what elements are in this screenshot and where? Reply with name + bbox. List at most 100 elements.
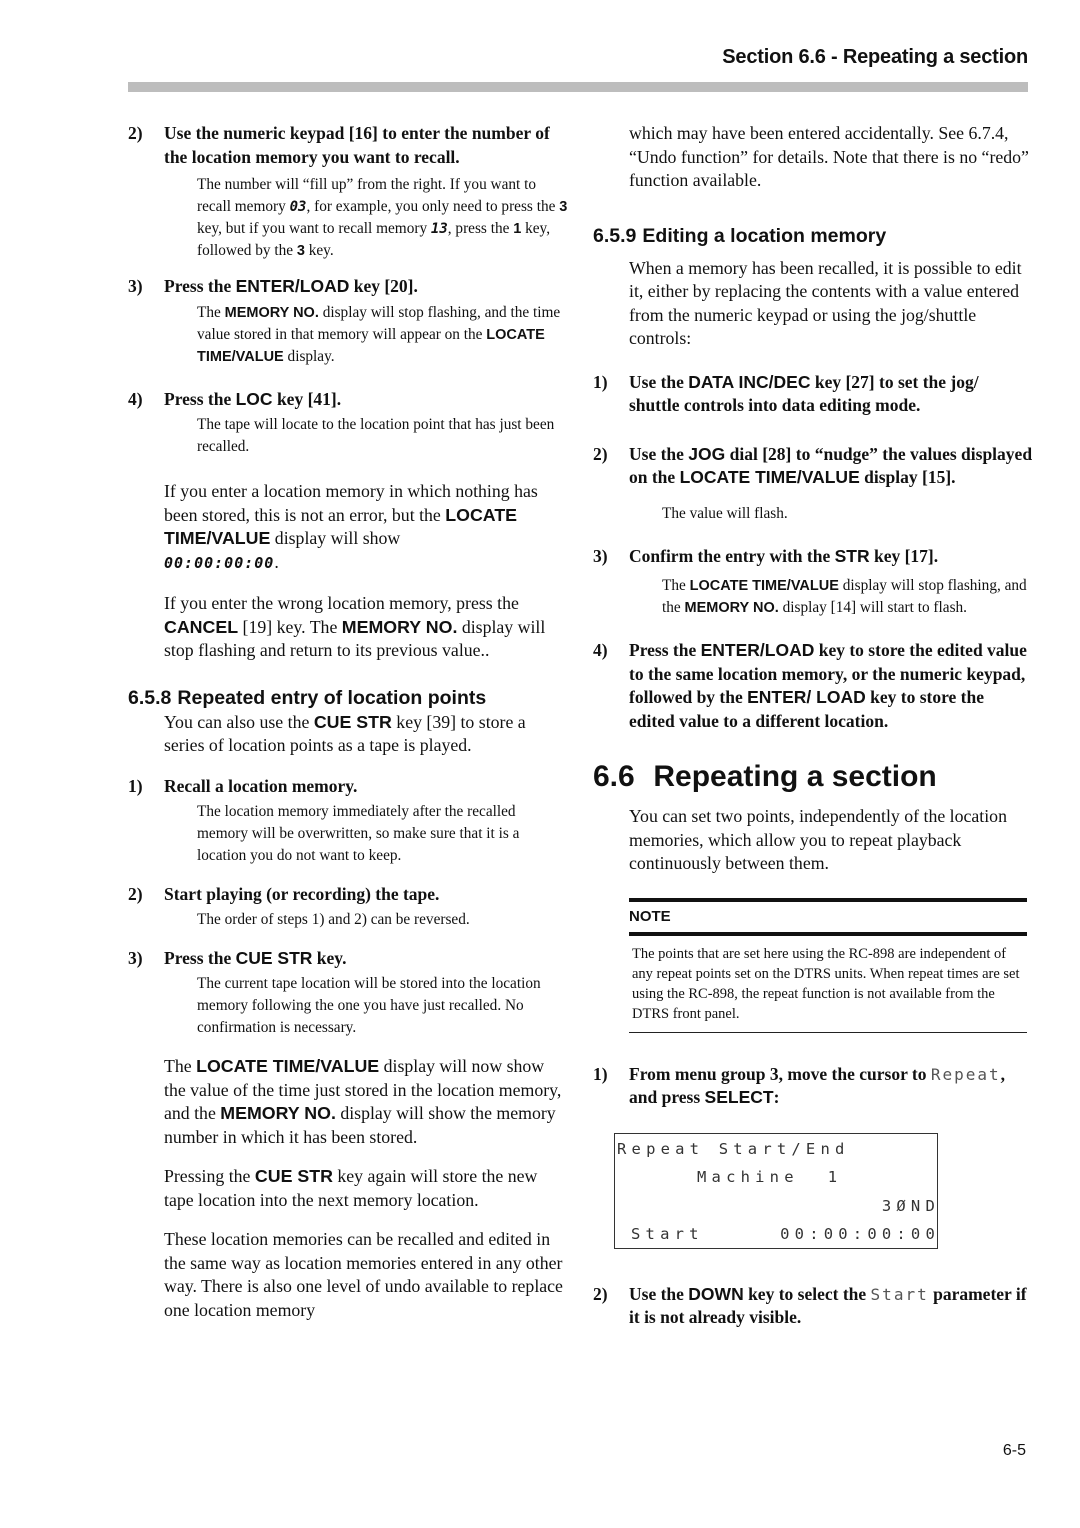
step-number: 4) xyxy=(128,388,143,409)
step-number: 2) xyxy=(593,443,608,464)
paragraph-press-again: Pressing the CUE STR key again will stor… xyxy=(164,1165,568,1212)
key-name: CANCEL xyxy=(164,616,239,637)
display-name: LOCATE TIME/VALUE xyxy=(689,578,839,594)
text: Press the xyxy=(164,276,236,296)
key-name: ENTER/ LOAD xyxy=(747,687,866,707)
section-intro: When a memory has been recalled, it is p… xyxy=(629,257,1022,349)
text: Use the xyxy=(629,371,689,392)
section-number: 6.6 xyxy=(593,760,635,793)
memory-code: 03 xyxy=(289,199,307,215)
step-instruction: Use the JOG dial [28] to “nudge” the val… xyxy=(629,443,1033,490)
lcd-display-screen: Repeat Start/End Machine 1 3ØND Start 00… xyxy=(614,1132,940,1249)
key-name: SELECT xyxy=(704,1087,774,1107)
display-name: MEMORY NO. xyxy=(224,304,319,321)
key-name: DOWN xyxy=(688,1283,744,1304)
step-press-enter-load: 3) Press the ENTER/LOAD key [20]. xyxy=(128,275,568,299)
section-title: Repeating a section xyxy=(653,760,937,793)
text: , press the xyxy=(447,220,514,237)
text: Confirm the entry with the xyxy=(629,545,835,566)
text: Press the xyxy=(164,388,236,409)
text: Press the xyxy=(629,640,701,660)
paragraph-recall-edit: These location memories can be recalled … xyxy=(164,1229,563,1320)
step-start-playing: 2) Start playing (or recording) the tape… xyxy=(128,883,568,907)
step-description: The location memory immediately after th… xyxy=(197,803,520,864)
lcd-start-time: 00:00:00:00 xyxy=(780,1224,940,1243)
text: key [41]. xyxy=(272,388,342,409)
step-instruction: Press the LOC key [41]. xyxy=(164,388,568,412)
menu-item-name: Repeat xyxy=(930,1064,1001,1084)
step-number: 3) xyxy=(128,276,143,296)
step-number: 2) xyxy=(128,123,143,143)
text: display [14] will start to flash. xyxy=(778,599,967,616)
running-header: Section 6.6 - Repeating a section xyxy=(722,46,1028,68)
section-title: Editing a location memory xyxy=(642,224,887,247)
text: If you enter the wrong location memory, … xyxy=(164,593,519,613)
text: Use the xyxy=(629,443,689,464)
key-name: STR xyxy=(834,545,870,566)
right-column: which may have been entered accidentally… xyxy=(593,122,1033,1330)
text: , for example, you only need to press th… xyxy=(306,198,560,215)
text: key to select the xyxy=(743,1283,871,1304)
text: : xyxy=(773,1087,780,1107)
step-instruction: Confirm the entry with the STR key [17]. xyxy=(629,545,1033,569)
key-name: 3 xyxy=(296,243,305,259)
display-name: MEMORY NO. xyxy=(341,616,458,637)
text: The xyxy=(197,303,225,321)
key-name: DATA INC/DEC xyxy=(688,371,811,392)
note-body: The points that are set here using the R… xyxy=(629,936,1027,1033)
step-instruction: Press the ENTER/LOAD key [20]. xyxy=(164,275,568,299)
step-instruction: Use the numeric keypad [16] to enter the… xyxy=(164,123,550,167)
section-intro: You can also use the CUE STR key [39] to… xyxy=(164,711,568,758)
step-instruction: Recall a location memory. xyxy=(164,775,358,796)
lcd-line-frame-rate: 3ØND xyxy=(881,1196,940,1215)
header-rule xyxy=(128,82,1028,92)
text: You can also use the xyxy=(164,711,314,732)
text: display will show xyxy=(270,528,401,548)
left-column: 2) Use the numeric keypad [16] to enter … xyxy=(128,122,568,1322)
step-jog-dial: 2) Use the JOG dial [28] to “nudge” the … xyxy=(593,443,1033,490)
section-heading-6-5-9: 6.5.9 Editing a location memory xyxy=(593,223,1033,249)
lcd-line-machine: Machine 1 xyxy=(697,1167,843,1186)
step-description: The value will flash. xyxy=(662,504,788,522)
step-instruction: Use the DOWN key to select the Start par… xyxy=(629,1283,1033,1330)
step-number: 2) xyxy=(128,884,143,904)
page-number: 6-5 xyxy=(1002,1442,1026,1459)
key-name: CUE STR xyxy=(235,947,313,968)
note-box: NOTE The points that are set here using … xyxy=(629,897,1027,1033)
display-name: LOCATE TIME/VALUE xyxy=(196,1056,380,1076)
step-instruction: Use the DATA INC/DEC key [27] to set the… xyxy=(629,371,1033,418)
step-down-key: 2) Use the DOWN key to select the Start … xyxy=(593,1283,1033,1330)
note-label: NOTE xyxy=(629,907,671,925)
display-name: MEMORY NO. xyxy=(220,1103,336,1123)
key-name: ENTER/LOAD xyxy=(700,640,815,660)
step-number: 4) xyxy=(593,640,608,660)
text: Pressing the xyxy=(164,1166,255,1186)
paragraph-display-now: The LOCATE TIME/VALUE display will now s… xyxy=(164,1055,568,1149)
step-menu-group-3: 1) From menu group 3, move the cursor to… xyxy=(593,1063,1033,1110)
paragraph-undo-continued: which may have been entered accidentally… xyxy=(629,123,1029,190)
section-heading-6-6: 6.6 Repeating a section xyxy=(593,759,1033,795)
step-instruction: Press the CUE STR key. xyxy=(164,947,568,971)
time-code: 00:00:00:00 xyxy=(164,553,275,572)
step-instruction: From menu group 3, move the cursor to Re… xyxy=(629,1063,1033,1110)
key-name: ENTER/LOAD xyxy=(235,276,350,296)
key-name: CUE STR xyxy=(254,1166,333,1186)
step-number: 2) xyxy=(593,1283,608,1304)
step-instruction: Press the ENTER/LOAD key to store the ed… xyxy=(629,639,1033,733)
section-number: 6.5.8 xyxy=(128,686,172,709)
text: Use the xyxy=(629,1283,689,1304)
step-description: The order of steps 1) and 2) can be reve… xyxy=(197,910,470,928)
step-number: 1) xyxy=(593,371,608,392)
text: display [15]. xyxy=(859,467,956,487)
control-name: JOG xyxy=(688,443,726,464)
step-description: The current tape location will be stored… xyxy=(197,975,541,1036)
step-store-edited: 4) Press the ENTER/LOAD key to store the… xyxy=(593,639,1033,733)
text: key [20]. xyxy=(349,276,418,296)
key-name: LOC xyxy=(235,388,273,409)
section-heading-6-5-8: 6.5.8 Repeated entry of location points xyxy=(128,685,568,711)
step-number: 3) xyxy=(593,545,608,566)
paragraph-empty-memory: If you enter a location memory in which … xyxy=(164,480,568,575)
step-recall-memory: 1) Recall a location memory. xyxy=(128,775,568,799)
lcd-start-label: Start xyxy=(631,1224,704,1243)
section-intro: You can set two points, independently of… xyxy=(629,806,1007,873)
